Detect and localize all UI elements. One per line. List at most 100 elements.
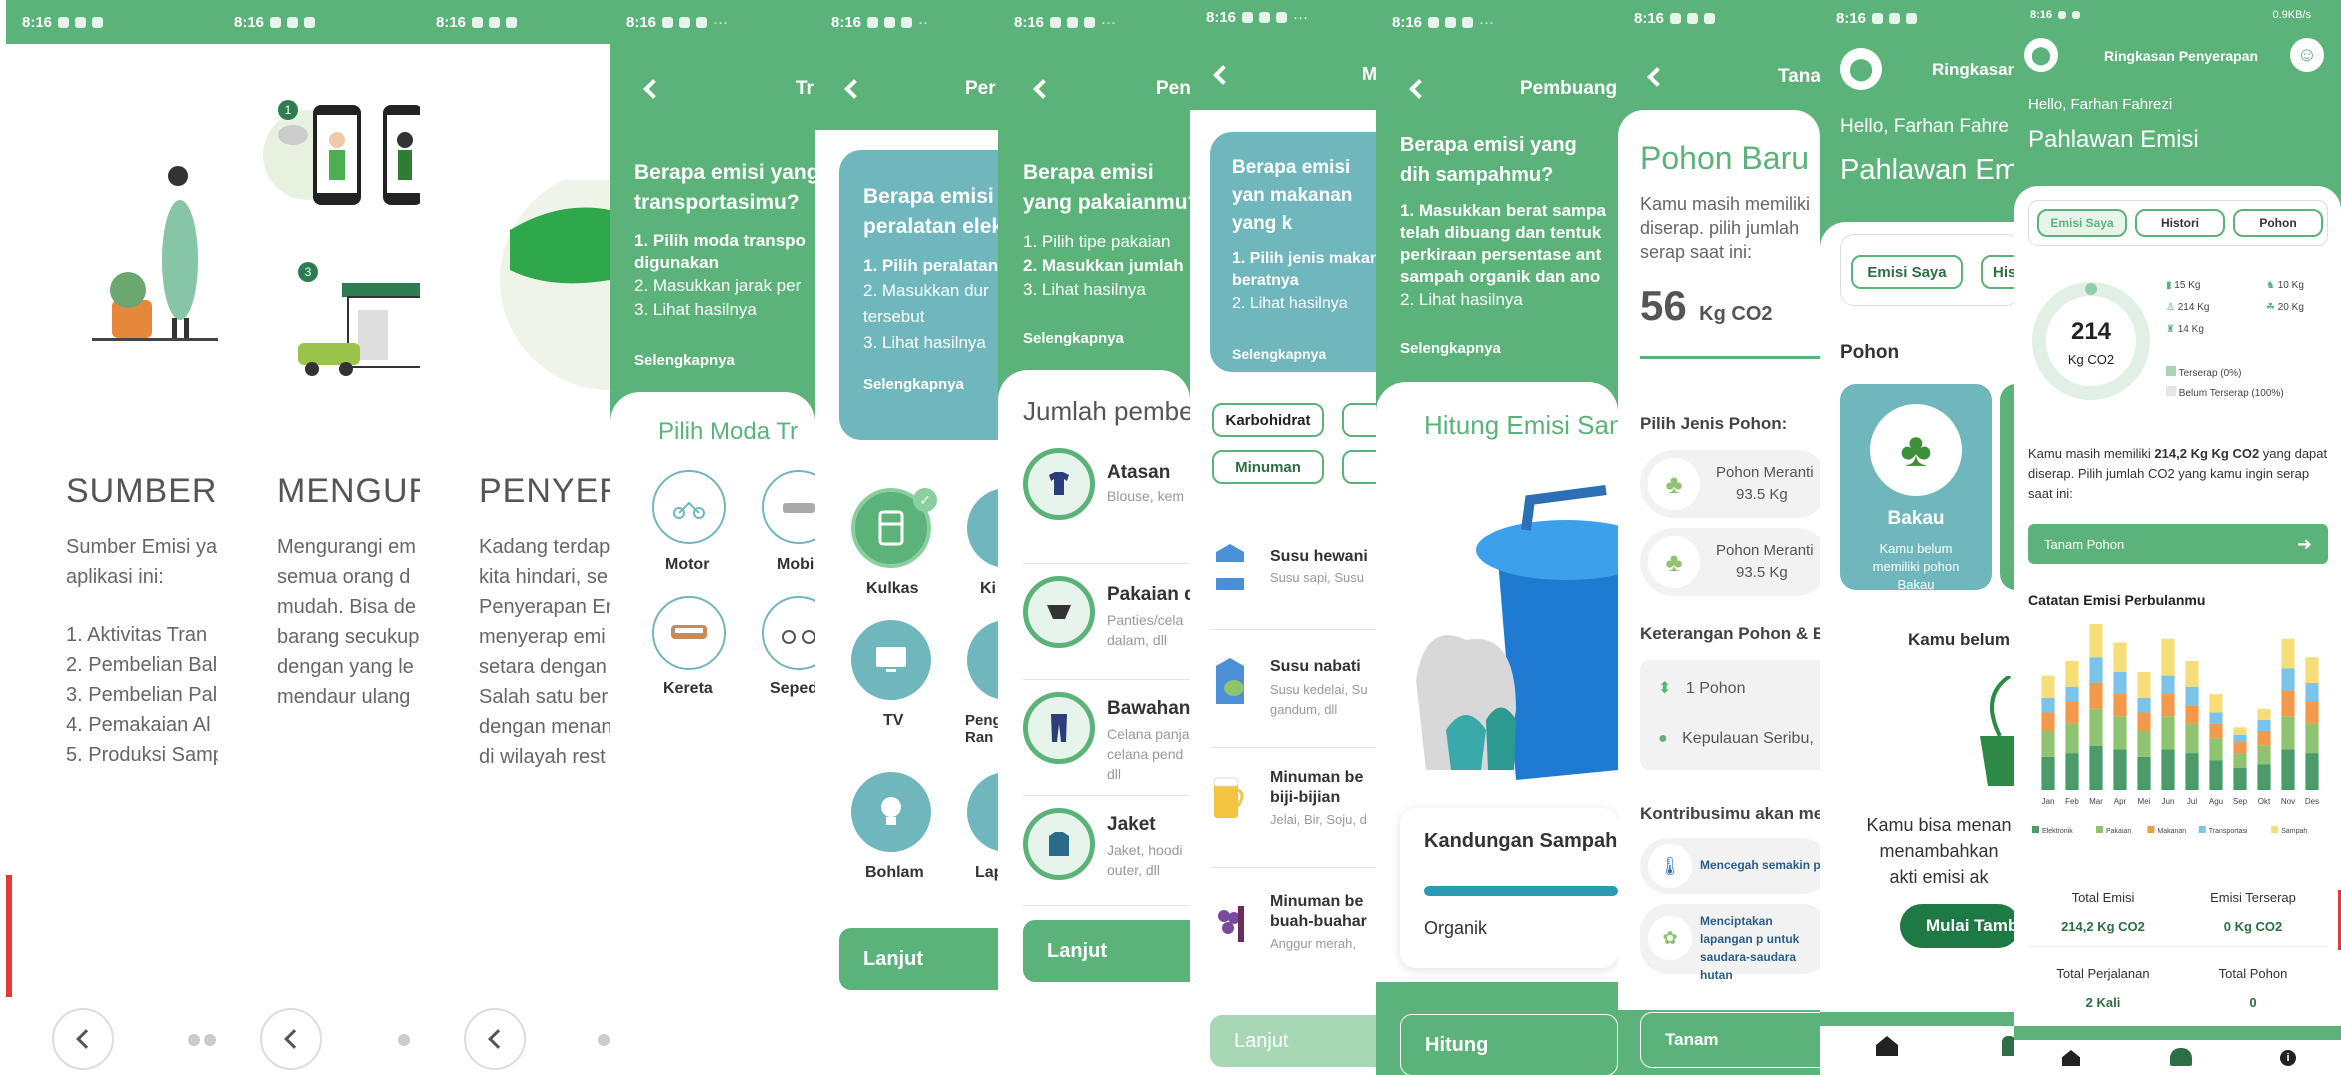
plant-button[interactable]: Tanam (1640, 1012, 1820, 1068)
step-badge: 1 (278, 100, 298, 120)
list-item[interactable]: Pakaian d Panties/cela dalam, dll (1023, 564, 1190, 680)
home-icon[interactable] (2062, 1050, 2080, 1066)
status-time: 8:16 (22, 13, 53, 31)
more-link[interactable]: Selengkapnya (1023, 330, 1190, 347)
back-button[interactable] (52, 1008, 114, 1070)
legend-value: 15 Kg (2174, 280, 2201, 291)
legend-label: Sampah (2281, 828, 2307, 835)
bar-segment-elektronik-feb (2065, 753, 2079, 790)
chip-minuman[interactable]: Minuman (1212, 450, 1324, 484)
summary-screen: 8:16 0.9KB/s ⬤ Ringkasan Penyerapan ☺ Hel… (2014, 0, 2341, 1075)
intro: Berapa emisi peralatan elek 1. Pilih per… (863, 182, 998, 393)
tab-emisi-saya[interactable]: Emisi Saya (1851, 255, 1963, 289)
motor-option[interactable] (652, 470, 726, 544)
status-bar: 8:16 ··· (610, 0, 815, 44)
stat-trips: Total Perjalanan 2 Kali (2028, 950, 2178, 1010)
bar-segment-elektronik-jan (2041, 756, 2055, 790)
list-item[interactable]: Minuman be buah-buahar Anggur merah, (1210, 868, 1376, 988)
tree-nav-icon[interactable] (2170, 1048, 2192, 1066)
bar-segment-transportasi-agu (2209, 712, 2223, 724)
bar-segment-elektronik-agu (2209, 760, 2223, 790)
onboarding-screen-3: 8:16 PENYER Kadang terdap kita hindari, … (420, 0, 610, 1075)
status-bar: 8:16 (1618, 0, 1820, 36)
more-link[interactable]: Selengkapnya (1232, 346, 1376, 362)
legend-item: ♞ 10 Kg (2266, 280, 2304, 291)
bar-segment-sampah-sep (2233, 727, 2247, 735)
x-tick-label: Apr (2114, 797, 2127, 806)
bar-segment-elektronik-jun (2161, 749, 2175, 790)
bulb-option[interactable] (851, 772, 931, 852)
back-button[interactable] (464, 1008, 526, 1070)
transport-icon: ♙ (2166, 302, 2175, 313)
contrib-item: ✿ Menciptakan lapangan p untuk saudara-s… (1640, 904, 1820, 982)
tree-name: Pohon Meranti (1716, 542, 1814, 559)
tree-nav-icon[interactable] (2002, 1036, 2014, 1056)
body-line: dengan menan (479, 716, 610, 738)
list-item[interactable]: Susu nabati Susu kedelai, Su gandum, dll (1210, 630, 1376, 748)
location: ● Kepulauan Seribu, (1658, 730, 1814, 748)
tree-option[interactable]: ♣ Pohon Meranti 93.5 Kg (1640, 450, 1820, 518)
tree-card-next[interactable] (2000, 384, 2014, 590)
list-item[interactable]: Bawahan Celana panja celana pend dll (1023, 680, 1190, 796)
info-box: ⬍ 1 Pohon ● Kepulauan Seribu, (1640, 660, 1820, 770)
bar-segment-makanan-jan (2041, 712, 2055, 731)
next-button[interactable]: Lanjut (1023, 920, 1190, 982)
more-link[interactable]: Selengkapnya (1400, 340, 1616, 357)
plant-label: Tanam Pohon (2044, 536, 2125, 552)
step: 1. Pilih moda transpo digunakan (634, 231, 806, 272)
bar-segment-makanan-jun (2161, 694, 2175, 717)
start-button[interactable]: Mulai Tamb (1900, 904, 2014, 948)
more-link[interactable]: Selengkapnya (634, 352, 815, 369)
chip-next[interactable] (1342, 403, 1376, 437)
transport-screen: 8:16 ··· Tr Berapa emisi yang transportas… (610, 0, 815, 1075)
avatar[interactable]: ☺ (2290, 38, 2324, 72)
tab-histori[interactable]: Histori (2135, 209, 2225, 237)
body-line: Sumber Emisi ya (66, 536, 218, 558)
tree-value: 93.5 Kg (1736, 486, 1788, 503)
bar-segment-elektronik-nov (2281, 749, 2295, 790)
network-speed: 0.9KB/s (2272, 9, 2311, 21)
x-tick-label: Feb (2065, 797, 2079, 806)
tree-option[interactable]: ♣ Pohon Meranti 93.5 Kg (1640, 528, 1820, 596)
tab-histori[interactable]: His (1981, 255, 2014, 289)
bottom-nav: i (2014, 1040, 2341, 1075)
more-link[interactable]: Selengkapnya (863, 376, 998, 393)
train-option[interactable] (652, 596, 726, 670)
chip-next[interactable] (1342, 450, 1376, 484)
next-button-disabled[interactable]: Lanjut (1210, 1015, 1376, 1067)
item-name: Susu hewani (1270, 548, 1368, 565)
question: Berapa emisi yang pakaianmu? (1023, 161, 1190, 214)
home-icon[interactable] (1876, 1036, 1898, 1056)
list-item[interactable]: Susu hewani Susu sapi, Susu (1210, 520, 1376, 630)
bar-segment-pakaian-jul (2185, 723, 2199, 754)
onboarding-title: MENGUR (277, 472, 420, 510)
plant-tree-button[interactable]: Tanam Pohon ➜ (2028, 524, 2328, 564)
item-desc: Susu sapi, Susu (1270, 570, 1364, 585)
status-time: 8:16 (2030, 9, 2053, 21)
bakau-tree-icon: ♣ (1870, 404, 1962, 496)
list-item[interactable]: Jaket Jaket, hoodi outer, dll (1023, 796, 1190, 906)
tv-option[interactable] (851, 620, 931, 700)
list-item[interactable]: Atasan Blouse, kem (1023, 448, 1190, 564)
organic-label: Organik (1424, 918, 1488, 938)
back-button[interactable] (260, 1008, 322, 1070)
slider-line[interactable] (1640, 356, 1820, 359)
calculate-button[interactable]: Hitung (1400, 1014, 1618, 1075)
bar-segment-makanan-sep (2233, 742, 2247, 754)
selected-check-icon: ✓ (913, 488, 937, 512)
legend-swatch (2271, 826, 2279, 833)
tab-emisi-saya[interactable]: Emisi Saya (2037, 209, 2127, 237)
bar-segment-transportasi-sep (2233, 734, 2247, 743)
tree-card-bakau[interactable]: ♣ Bakau Kamu belum memiliki pohon Bakau (1840, 384, 1992, 592)
info-icon[interactable]: i (2280, 1050, 2296, 1066)
waste-screen: 8:16 ··· Pembuang Berapa emisi yang dih s… (1376, 0, 1618, 1075)
list-item: 2. Pembelian Bal (66, 654, 218, 676)
next-button[interactable]: Lanjut (839, 928, 998, 990)
list-item[interactable]: Minuman be biji-bijian Jelai, Bir, Soju, … (1210, 748, 1376, 868)
status-time: 8:16 (1206, 8, 1237, 26)
unit: Kg CO2 (1699, 303, 1773, 325)
tab-pohon[interactable]: Pohon (2233, 209, 2323, 237)
chip-karbohidrat[interactable]: Karbohidrat (1212, 403, 1324, 437)
trees-count: ⬍ 1 Pohon (1658, 678, 1745, 698)
page-dot (398, 1034, 410, 1046)
